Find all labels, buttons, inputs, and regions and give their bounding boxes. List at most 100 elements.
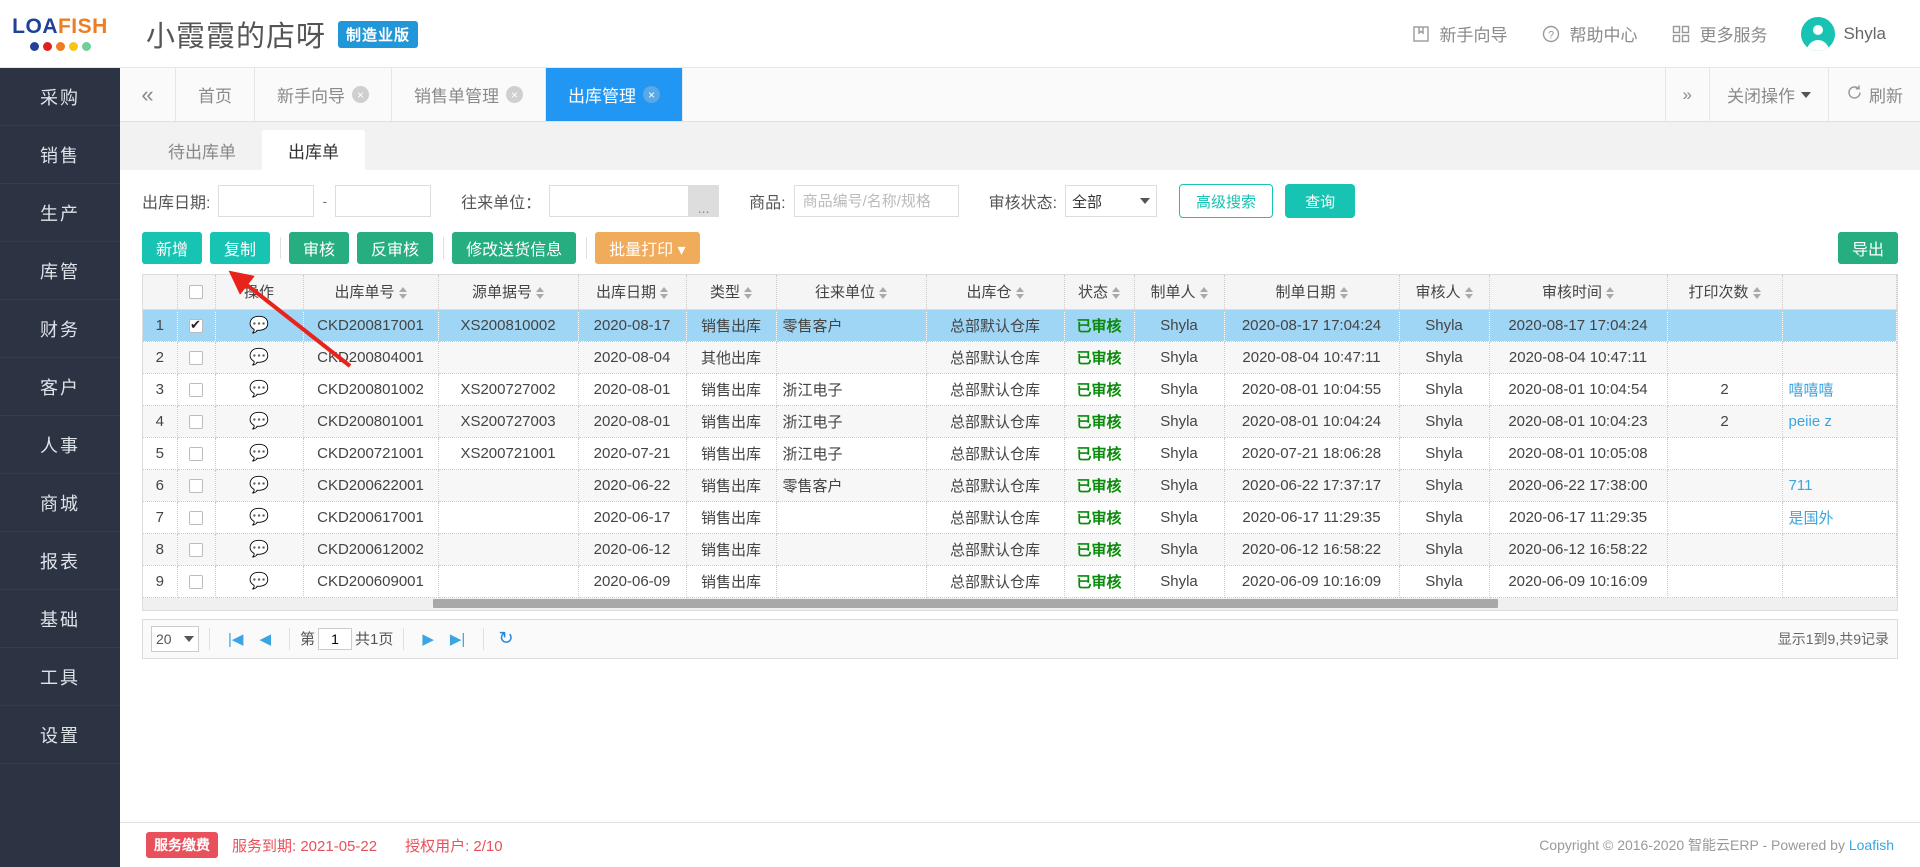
row-checkbox[interactable] xyxy=(189,350,203,365)
th-print-count[interactable]: 打印次数 xyxy=(1667,275,1783,310)
row-operation-cell[interactable]: 💬 xyxy=(215,565,304,598)
add-button[interactable]: 新增 xyxy=(142,232,203,264)
close-icon[interactable]: × xyxy=(506,86,523,103)
th-out-no[interactable]: 出库单号 xyxy=(303,275,439,310)
nav-guide[interactable]: 新手向导 xyxy=(1411,21,1507,46)
subtab-outbound-order[interactable]: 出库单 xyxy=(262,130,365,170)
table-row[interactable]: 6 💬 CKD200622001 2020-06-22 销售出库 零售客户 总部默认仓库 已审… xyxy=(143,469,1897,502)
comment-bubble-icon[interactable]: 💬 xyxy=(249,445,269,462)
row-operation-cell[interactable]: 💬 xyxy=(215,533,304,566)
sidebar-item-customer[interactable]: 客户 xyxy=(0,358,120,416)
row-checkbox[interactable] xyxy=(189,414,203,429)
sidebar-item-reports[interactable]: 报表 xyxy=(0,532,120,590)
row-checkbox-cell[interactable] xyxy=(177,437,216,470)
th-warehouse[interactable]: 出库仓 xyxy=(926,275,1065,310)
pay-service-badge[interactable]: 服务缴费 xyxy=(146,832,218,858)
sort-icon[interactable] xyxy=(1015,287,1024,300)
th-status[interactable]: 状态 xyxy=(1064,275,1135,310)
app-logo[interactable]: LOAFISH xyxy=(0,0,120,68)
unaudit-button[interactable]: 反审核 xyxy=(357,232,434,264)
th-create-at[interactable]: 制单日期 xyxy=(1224,275,1400,310)
close-icon[interactable]: × xyxy=(643,86,660,103)
sidebar-item-warehouse[interactable]: 库管 xyxy=(0,242,120,300)
row-operation-cell[interactable]: 💬 xyxy=(215,309,304,342)
table-row[interactable]: 2 💬 CKD200804001 2020-08-04 其他出库 总部默认仓库 已审核 Shy… xyxy=(143,341,1897,374)
first-page-button[interactable]: |◀ xyxy=(228,630,243,648)
unit-picker-button[interactable]: ... xyxy=(689,185,720,217)
row-checkbox[interactable] xyxy=(189,510,203,525)
table-row[interactable]: 8 💬 CKD200612002 2020-06-12 销售出库 总部默认仓库 已审核 Shy… xyxy=(143,533,1897,566)
scrollbar-thumb[interactable] xyxy=(433,598,1498,608)
comment-bubble-icon[interactable]: 💬 xyxy=(249,317,269,334)
edit-delivery-info-button[interactable]: 修改送货信息 xyxy=(452,232,577,264)
sidebar-item-finance[interactable]: 财务 xyxy=(0,300,120,358)
remark-link[interactable]: 嘻嘻嘻 xyxy=(1789,382,1834,399)
close-icon[interactable]: × xyxy=(352,86,369,103)
advanced-search-button[interactable]: 高级搜索 xyxy=(1179,184,1274,218)
sort-icon[interactable] xyxy=(1464,287,1473,300)
remark-link[interactable]: 是国外 xyxy=(1789,510,1834,527)
row-checkbox-cell[interactable] xyxy=(177,501,216,534)
copy-button[interactable]: 复制 xyxy=(210,232,271,264)
row-checkbox[interactable] xyxy=(189,317,203,333)
sidebar-item-production[interactable]: 生产 xyxy=(0,184,120,242)
row-checkbox[interactable] xyxy=(189,542,203,557)
remark-link[interactable]: peiie z xyxy=(1789,413,1832,430)
audit-button[interactable]: 审核 xyxy=(289,232,350,264)
row-operation-cell[interactable]: 💬 xyxy=(215,469,304,502)
comment-bubble-icon[interactable]: 💬 xyxy=(249,349,269,366)
comment-bubble-icon[interactable]: 💬 xyxy=(249,381,269,398)
th-out-date[interactable]: 出库日期 xyxy=(578,275,687,310)
comment-bubble-icon[interactable]: 💬 xyxy=(249,477,269,494)
user-menu[interactable]: Shyla xyxy=(1801,16,1886,51)
sidebar-item-sales[interactable]: 销售 xyxy=(0,126,120,184)
row-checkbox-cell[interactable] xyxy=(177,373,216,406)
sidebar-item-tools[interactable]: 工具 xyxy=(0,648,120,706)
row-checkbox[interactable] xyxy=(189,446,203,461)
row-checkbox-cell[interactable] xyxy=(177,341,216,374)
th-src-no[interactable]: 源单据号 xyxy=(438,275,579,310)
tab-sales-order-mgmt[interactable]: 销售单管理 × xyxy=(392,68,546,121)
prev-page-button[interactable]: ◀ xyxy=(259,630,271,648)
row-checkbox-cell[interactable] xyxy=(177,309,216,342)
sidebar-item-settings[interactable]: 设置 xyxy=(0,706,120,764)
unit-input[interactable] xyxy=(549,185,690,217)
sort-icon[interactable] xyxy=(1752,287,1761,300)
table-row[interactable]: 3 💬 CKD200801002 XS200727002 2020-08-01 销售出库浙… xyxy=(143,373,1897,406)
th-type[interactable]: 类型 xyxy=(686,275,777,310)
sidebar-item-basic[interactable]: 基础 xyxy=(0,590,120,648)
product-input[interactable] xyxy=(793,185,959,217)
row-checkbox[interactable] xyxy=(189,574,203,589)
sort-icon[interactable] xyxy=(744,287,752,300)
export-button[interactable]: 导出 xyxy=(1837,232,1898,264)
sidebar-item-mall[interactable]: 商城 xyxy=(0,474,120,532)
row-checkbox[interactable] xyxy=(189,478,203,493)
next-page-button[interactable]: ▶ xyxy=(422,630,434,648)
select-all-checkbox[interactable] xyxy=(189,285,203,300)
sidebar-item-purchase[interactable]: 采购 xyxy=(0,68,120,126)
table-row[interactable]: 7 💬 CKD200617001 2020-06-17 销售出库 总部默认仓库 已审核 Shy… xyxy=(143,501,1897,534)
batch-print-dropdown[interactable]: 批量打印 ▾ xyxy=(595,232,700,264)
sidebar-item-hr[interactable]: 人事 xyxy=(0,416,120,474)
comment-bubble-icon[interactable]: 💬 xyxy=(249,541,269,558)
tab-outbound-mgmt[interactable]: 出库管理 × xyxy=(546,68,683,121)
th-creator[interactable]: 制单人 xyxy=(1134,275,1225,310)
row-operation-cell[interactable]: 💬 xyxy=(215,405,304,438)
pagination-refresh-icon[interactable]: ↻ xyxy=(498,628,513,649)
sort-icon[interactable] xyxy=(1112,287,1120,300)
sort-icon[interactable] xyxy=(398,287,407,300)
tabs-scroll-left-icon[interactable]: « xyxy=(120,68,176,121)
close-operations-dropdown[interactable]: 关闭操作 xyxy=(1709,68,1828,121)
sort-icon[interactable] xyxy=(879,287,887,300)
table-horizontal-scrollbar[interactable] xyxy=(142,597,1898,611)
th-auditor[interactable]: 审核人 xyxy=(1399,275,1490,310)
remark-link[interactable]: 711 xyxy=(1789,477,1813,494)
row-operation-cell[interactable]: 💬 xyxy=(215,437,304,470)
sort-icon[interactable] xyxy=(1199,287,1208,300)
sort-icon[interactable] xyxy=(536,287,544,300)
last-page-button[interactable]: ▶| xyxy=(450,630,465,648)
table-row[interactable]: 5 💬 CKD200721001 XS200721001 2020-07-21 销售出库浙… xyxy=(143,437,1897,470)
table-row[interactable]: 1 💬 CKD200817001XS2008100022020-08-17销售出库零… xyxy=(143,309,1897,342)
out-date-from-input[interactable] xyxy=(218,185,315,217)
sort-icon[interactable] xyxy=(1339,287,1348,300)
